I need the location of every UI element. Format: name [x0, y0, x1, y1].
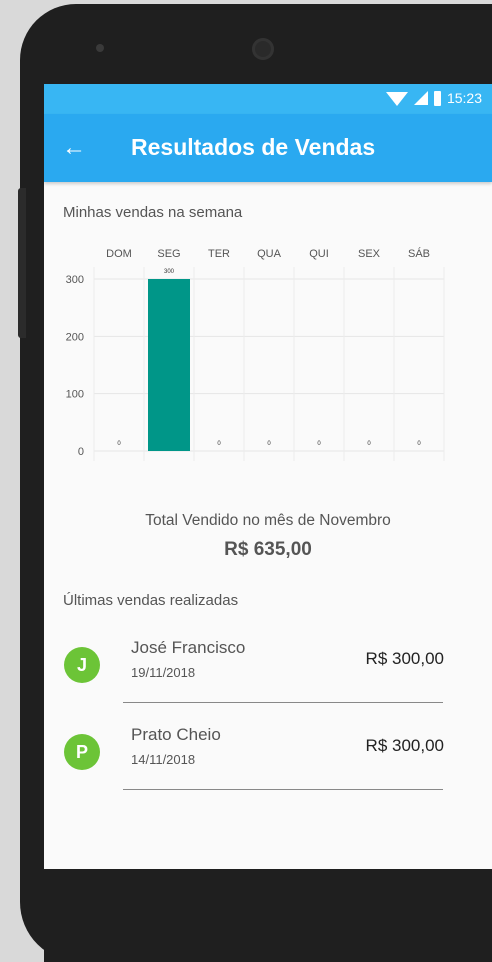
page-title: Resultados de Vendas — [131, 134, 376, 160]
weekly-sales-title: Minhas vendas na semana — [63, 204, 243, 221]
x-tick-label: TER — [208, 248, 230, 260]
x-tick-label: SEX — [358, 248, 381, 260]
sensor-dot — [96, 44, 104, 52]
x-tick-label: QUA — [257, 248, 282, 260]
data-label: 0 — [367, 441, 371, 447]
app-bar: ← Resultados de Vendas — [44, 114, 492, 182]
data-label: 0 — [317, 441, 321, 447]
avatar: P — [64, 734, 100, 770]
divider — [123, 702, 443, 703]
battery-icon — [433, 90, 441, 106]
divider — [123, 789, 443, 790]
y-tick-label: 200 — [66, 331, 84, 343]
sale-date: 14/11/2018 — [131, 752, 196, 767]
weekly-sales-chart: 0 100 200 300 DOM 0 SEG 300 TER 0 QUA 0 QUI 0 SEX 0 SÁB 0 — [66, 247, 445, 461]
x-tick-label: DOM — [106, 248, 132, 260]
status-time: 15:23 — [446, 90, 482, 106]
y-tick-label: 100 — [66, 389, 84, 401]
x-tick-label: SEG — [157, 248, 180, 260]
data-label: 300 — [164, 269, 175, 275]
avatar: J — [64, 647, 100, 683]
chart-bar — [148, 279, 190, 451]
app-screen: 15:23 ← Resultados de Vendas Minhas vend… — [44, 84, 492, 869]
wifi-icon — [385, 92, 408, 106]
status-bar: 15:23 — [44, 84, 492, 114]
sale-list-item[interactable]: J José Francisco 19/11/2018 R$ 300,00 — [44, 627, 492, 703]
sale-amount: R$ 300,00 — [365, 649, 444, 668]
x-tick-label: QUI — [309, 248, 329, 260]
y-tick-label: 0 — [78, 446, 84, 458]
monthly-total-label: Total Vendido no mês de Novembro — [145, 512, 391, 529]
data-label: 0 — [417, 441, 421, 447]
data-label: 0 — [117, 441, 121, 447]
recent-sales-title: Últimas vendas realizadas — [63, 592, 239, 609]
status-icons: 15:23 — [385, 90, 482, 106]
phone-side-button — [18, 188, 26, 338]
front-camera — [252, 38, 274, 60]
arrow-left-icon[interactable]: ← — [62, 134, 86, 162]
sale-date: 19/11/2018 — [131, 665, 196, 680]
y-tick-label: 300 — [66, 274, 84, 286]
signal-icon — [413, 91, 428, 105]
data-label: 0 — [217, 441, 221, 447]
data-label: 0 — [267, 441, 271, 447]
sale-amount: R$ 300,00 — [365, 736, 444, 755]
sale-customer-name: José Francisco — [131, 638, 246, 657]
x-tick-label: SÁB — [408, 247, 430, 260]
device-bottom-bezel — [44, 869, 492, 962]
sale-customer-name: Prato Cheio — [131, 725, 221, 744]
monthly-total-value: R$ 635,00 — [224, 539, 312, 560]
sale-list-item[interactable]: P Prato Cheio 14/11/2018 R$ 300,00 — [44, 714, 492, 790]
